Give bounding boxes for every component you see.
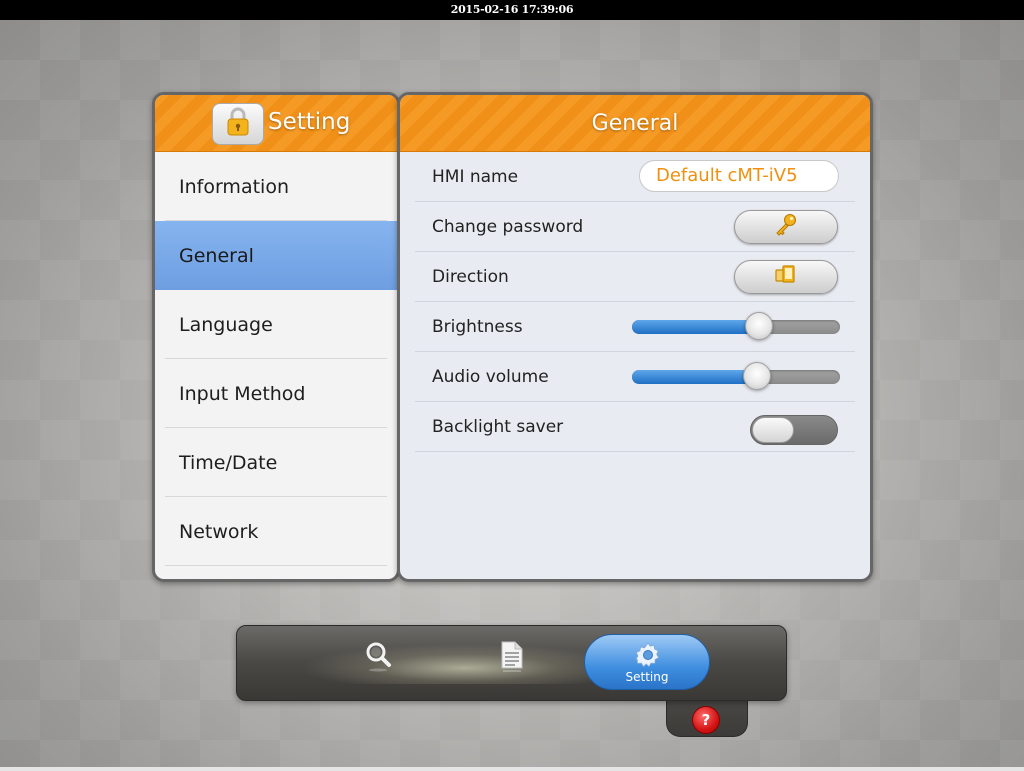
general-settings-list: HMI name Default cMT-iV5 Change password… — [415, 152, 855, 452]
brightness-slider[interactable] — [632, 312, 840, 340]
slider-fill — [632, 370, 757, 384]
sidebar-item-label: Input Method — [179, 382, 306, 405]
sidebar-item-general[interactable]: General — [155, 221, 397, 290]
sidebar-item-label: Network — [179, 520, 259, 543]
sidebar-item-label: Time/Date — [179, 451, 278, 474]
change-password-row: Change password — [415, 202, 855, 252]
change-password-button[interactable] — [734, 210, 838, 244]
help-icon[interactable]: ? — [692, 706, 720, 734]
backlight-saver-toggle[interactable] — [750, 415, 838, 445]
page-title: General — [591, 111, 679, 136]
sidebar-item-language[interactable]: Language — [155, 290, 397, 359]
brightness-label: Brightness — [432, 317, 523, 337]
status-bar: 2015-02-16 17:39:06 — [0, 0, 1024, 20]
setting-dock-label: Setting — [625, 670, 669, 684]
sidebar-title: Setting — [268, 109, 351, 135]
bottom-edge — [0, 767, 1024, 771]
audio-volume-label: Audio volume — [432, 367, 549, 387]
sidebar-item-time-date[interactable]: Time/Date — [155, 428, 397, 497]
rotate-screen-icon — [773, 264, 799, 291]
change-password-label: Change password — [432, 217, 584, 237]
slider-handle[interactable] — [744, 312, 773, 340]
settings-sidebar: Setting Information General Language Inp… — [152, 92, 400, 582]
search-icon[interactable] — [364, 640, 392, 676]
direction-row: Direction — [415, 252, 855, 302]
lock-icon — [226, 107, 250, 141]
brightness-row: Brightness — [415, 302, 855, 352]
document-icon[interactable] — [499, 640, 525, 678]
sidebar-item-label: Language — [179, 313, 273, 336]
general-panel: General HMI name Default cMT-iV5 Change … — [397, 92, 873, 582]
general-header: General — [400, 95, 870, 152]
lock-button[interactable] — [212, 103, 264, 145]
setting-dock-button[interactable]: Setting — [584, 634, 710, 690]
hmi-name-input[interactable]: Default cMT-iV5 — [639, 160, 839, 192]
backlight-saver-label: Backlight saver — [432, 417, 564, 437]
sidebar-item-label: General — [179, 244, 254, 267]
sidebar-item-information[interactable]: Information — [155, 152, 397, 221]
audio-volume-slider[interactable] — [632, 362, 840, 390]
gear-icon — [634, 641, 662, 672]
help-glyph: ? — [701, 711, 711, 729]
direction-button[interactable] — [734, 260, 838, 294]
sidebar-item-network[interactable]: Network — [155, 497, 397, 566]
hmi-name-row: HMI name Default cMT-iV5 — [415, 152, 855, 202]
slider-handle[interactable] — [742, 362, 771, 390]
audio-volume-row: Audio volume — [415, 352, 855, 402]
sidebar-header: Setting — [155, 95, 397, 152]
sidebar-item-label: Information — [179, 175, 289, 198]
direction-label: Direction — [432, 267, 509, 287]
dock-glow — [300, 644, 600, 684]
sidebar-menu: Information General Language Input Metho… — [155, 152, 397, 566]
key-icon — [773, 212, 799, 243]
status-datetime: 2015-02-16 17:39:06 — [450, 3, 574, 16]
slider-fill — [632, 320, 759, 334]
backlight-saver-row: Backlight saver — [415, 402, 855, 452]
sidebar-item-input-method[interactable]: Input Method — [155, 359, 397, 428]
hmi-name-label: HMI name — [432, 167, 519, 187]
toggle-knob — [752, 417, 794, 443]
